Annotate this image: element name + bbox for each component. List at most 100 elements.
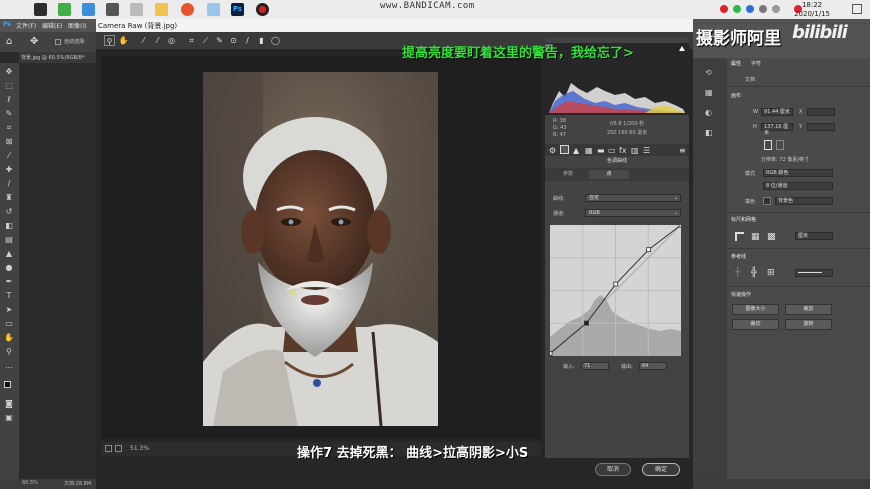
guide-icon-1[interactable]: ┼: [735, 268, 740, 278]
basic-tab-icon[interactable]: ⚙: [549, 146, 556, 155]
photoshop-icon[interactable]: Ps: [231, 3, 244, 16]
crop-icon[interactable]: ⌗: [186, 35, 197, 46]
fill-swatch[interactable]: [763, 197, 771, 205]
white-balance-icon[interactable]: ⁄: [138, 35, 149, 46]
dodge-tool-icon[interactable]: ●: [4, 263, 14, 273]
curve-point[interactable]: [613, 281, 619, 287]
quick-actions-section[interactable]: 快速操作: [731, 291, 751, 298]
ruler-icon[interactable]: [735, 232, 744, 241]
screen-mode-icon[interactable]: ▣: [4, 413, 14, 423]
grid-icon[interactable]: ▦: [751, 232, 760, 242]
move-tool-icon[interactable]: ✥: [4, 67, 14, 77]
zoom-level[interactable]: 51.3%: [130, 445, 149, 452]
unit-select[interactable]: 厘米: [795, 232, 833, 240]
lens-tab-icon[interactable]: ▭: [608, 146, 616, 155]
highlight-clip-warning[interactable]: [679, 46, 685, 51]
more-tools-icon[interactable]: …: [4, 361, 14, 371]
portrait-photo[interactable]: [203, 72, 438, 426]
curve-point[interactable]: [678, 222, 684, 228]
move-icon[interactable]: ✥: [30, 36, 38, 47]
app-icon-8[interactable]: [207, 3, 220, 16]
x-field[interactable]: [807, 108, 835, 116]
tone-curve-tab-icon[interactable]: [560, 145, 569, 154]
mode-select[interactable]: RGB 颜色: [763, 169, 833, 177]
hand-tool-icon[interactable]: ✋: [4, 333, 14, 343]
folder-icon[interactable]: [155, 3, 168, 16]
system-clock[interactable]: 18:22 2020/1/15: [794, 1, 830, 19]
crop-tool-icon[interactable]: ⌗: [4, 123, 14, 133]
eraser-tool-icon[interactable]: ◧: [4, 221, 14, 231]
panel-menu-icon[interactable]: ≡: [679, 146, 686, 155]
ok-button[interactable]: 确定: [642, 463, 680, 476]
history-panel-icon[interactable]: ⟲: [705, 68, 712, 77]
tray-icon-gray2[interactable]: [772, 5, 780, 13]
input-field[interactable]: 71: [581, 362, 609, 370]
adjust-panel-icon[interactable]: ◐: [705, 108, 712, 117]
curve-select[interactable]: 自定 ⌄: [585, 194, 681, 202]
rotate-button[interactable]: 旋转: [785, 319, 832, 330]
curve-point[interactable]: [547, 351, 553, 356]
trim-button[interactable]: 裁切: [732, 319, 779, 330]
quick-mask-icon[interactable]: ◙: [4, 399, 14, 409]
blur-tool-icon[interactable]: ▲: [4, 249, 14, 259]
targeted-adjust-icon[interactable]: ◎: [166, 35, 177, 46]
app-icon-1[interactable]: [34, 3, 47, 16]
curve-point[interactable]: [584, 320, 589, 326]
home-icon[interactable]: ⌂: [6, 36, 12, 47]
image-size-button[interactable]: 图像大小: [732, 304, 779, 315]
landscape-orientation-icon[interactable]: [776, 140, 784, 150]
tray-icon-gray[interactable]: [759, 5, 767, 13]
guide-icon-3[interactable]: ⊞: [767, 268, 775, 278]
pixel-grid-icon[interactable]: ▩: [767, 232, 776, 242]
tab-character[interactable]: 字符: [751, 60, 761, 67]
menu-edit[interactable]: 编辑(E): [42, 21, 62, 30]
split-tone-tab-icon[interactable]: ▬: [597, 146, 605, 155]
record-icon[interactable]: [256, 3, 269, 16]
marquee-tool-icon[interactable]: ⬚: [4, 81, 14, 91]
fill-select[interactable]: 背景色: [775, 197, 833, 205]
layers-panel-icon[interactable]: ◧: [705, 128, 713, 137]
detail-tab-icon[interactable]: ▲: [573, 146, 579, 155]
tray-icon-red[interactable]: [720, 5, 728, 13]
lasso-tool-icon[interactable]: ℓ: [4, 95, 14, 105]
tray-icon-green[interactable]: [733, 5, 741, 13]
adjust-brush-icon[interactable]: /: [242, 35, 253, 46]
path-select-icon[interactable]: ➤: [4, 305, 14, 315]
spot-removal-icon[interactable]: ✎: [214, 35, 225, 46]
frame-tool-icon[interactable]: ⊠: [4, 137, 14, 147]
tone-curve-svg[interactable]: [547, 222, 684, 357]
tab-properties[interactable]: 属性: [731, 60, 741, 67]
zoom-icon[interactable]: ⚲: [104, 35, 115, 46]
curve-point[interactable]: [646, 247, 652, 253]
straighten-icon[interactable]: ⟋: [200, 35, 211, 46]
portrait-orientation-icon[interactable]: [764, 140, 772, 150]
fg-bg-color-icon[interactable]: [4, 381, 14, 391]
w-field[interactable]: 91.44 厘米: [761, 108, 793, 116]
app-icon-5[interactable]: [130, 3, 143, 16]
healing-brush-icon[interactable]: ✚: [4, 165, 14, 175]
rulers-section[interactable]: 标尺和网格: [731, 216, 756, 223]
guides-section[interactable]: 参考线: [731, 253, 746, 260]
pen-tool-icon[interactable]: ✒: [4, 277, 14, 287]
eyedropper-icon[interactable]: ⁄: [4, 151, 14, 161]
browser-icon[interactable]: [181, 3, 194, 16]
radial-filter-icon[interactable]: ◯: [270, 35, 281, 46]
tray-icon-blue[interactable]: [746, 5, 754, 13]
guide-icon-2[interactable]: ╬: [751, 268, 756, 278]
gradient-tool-icon[interactable]: ▤: [4, 235, 14, 245]
crop-button[interactable]: 裁剪: [785, 304, 832, 315]
presets-tab-icon[interactable]: ☰: [643, 146, 650, 155]
swatch-panel-icon[interactable]: ▦: [705, 88, 713, 97]
auto-select-checkbox[interactable]: [55, 39, 61, 45]
app-icon-2[interactable]: [58, 3, 71, 16]
red-eye-icon[interactable]: ⊙: [228, 35, 239, 46]
cancel-button[interactable]: 取消: [595, 463, 631, 476]
quick-select-icon[interactable]: ✎: [4, 109, 14, 119]
brush-tool-icon[interactable]: /: [4, 179, 14, 189]
h-field[interactable]: 137.16 厘米: [761, 123, 793, 136]
channel-select[interactable]: RGB ⌄: [585, 209, 681, 217]
history-brush-icon[interactable]: ↺: [4, 207, 14, 217]
app-icon-3[interactable]: [82, 3, 95, 16]
type-tool-icon[interactable]: T: [4, 291, 14, 301]
tone-curve-graph[interactable]: [547, 222, 684, 357]
